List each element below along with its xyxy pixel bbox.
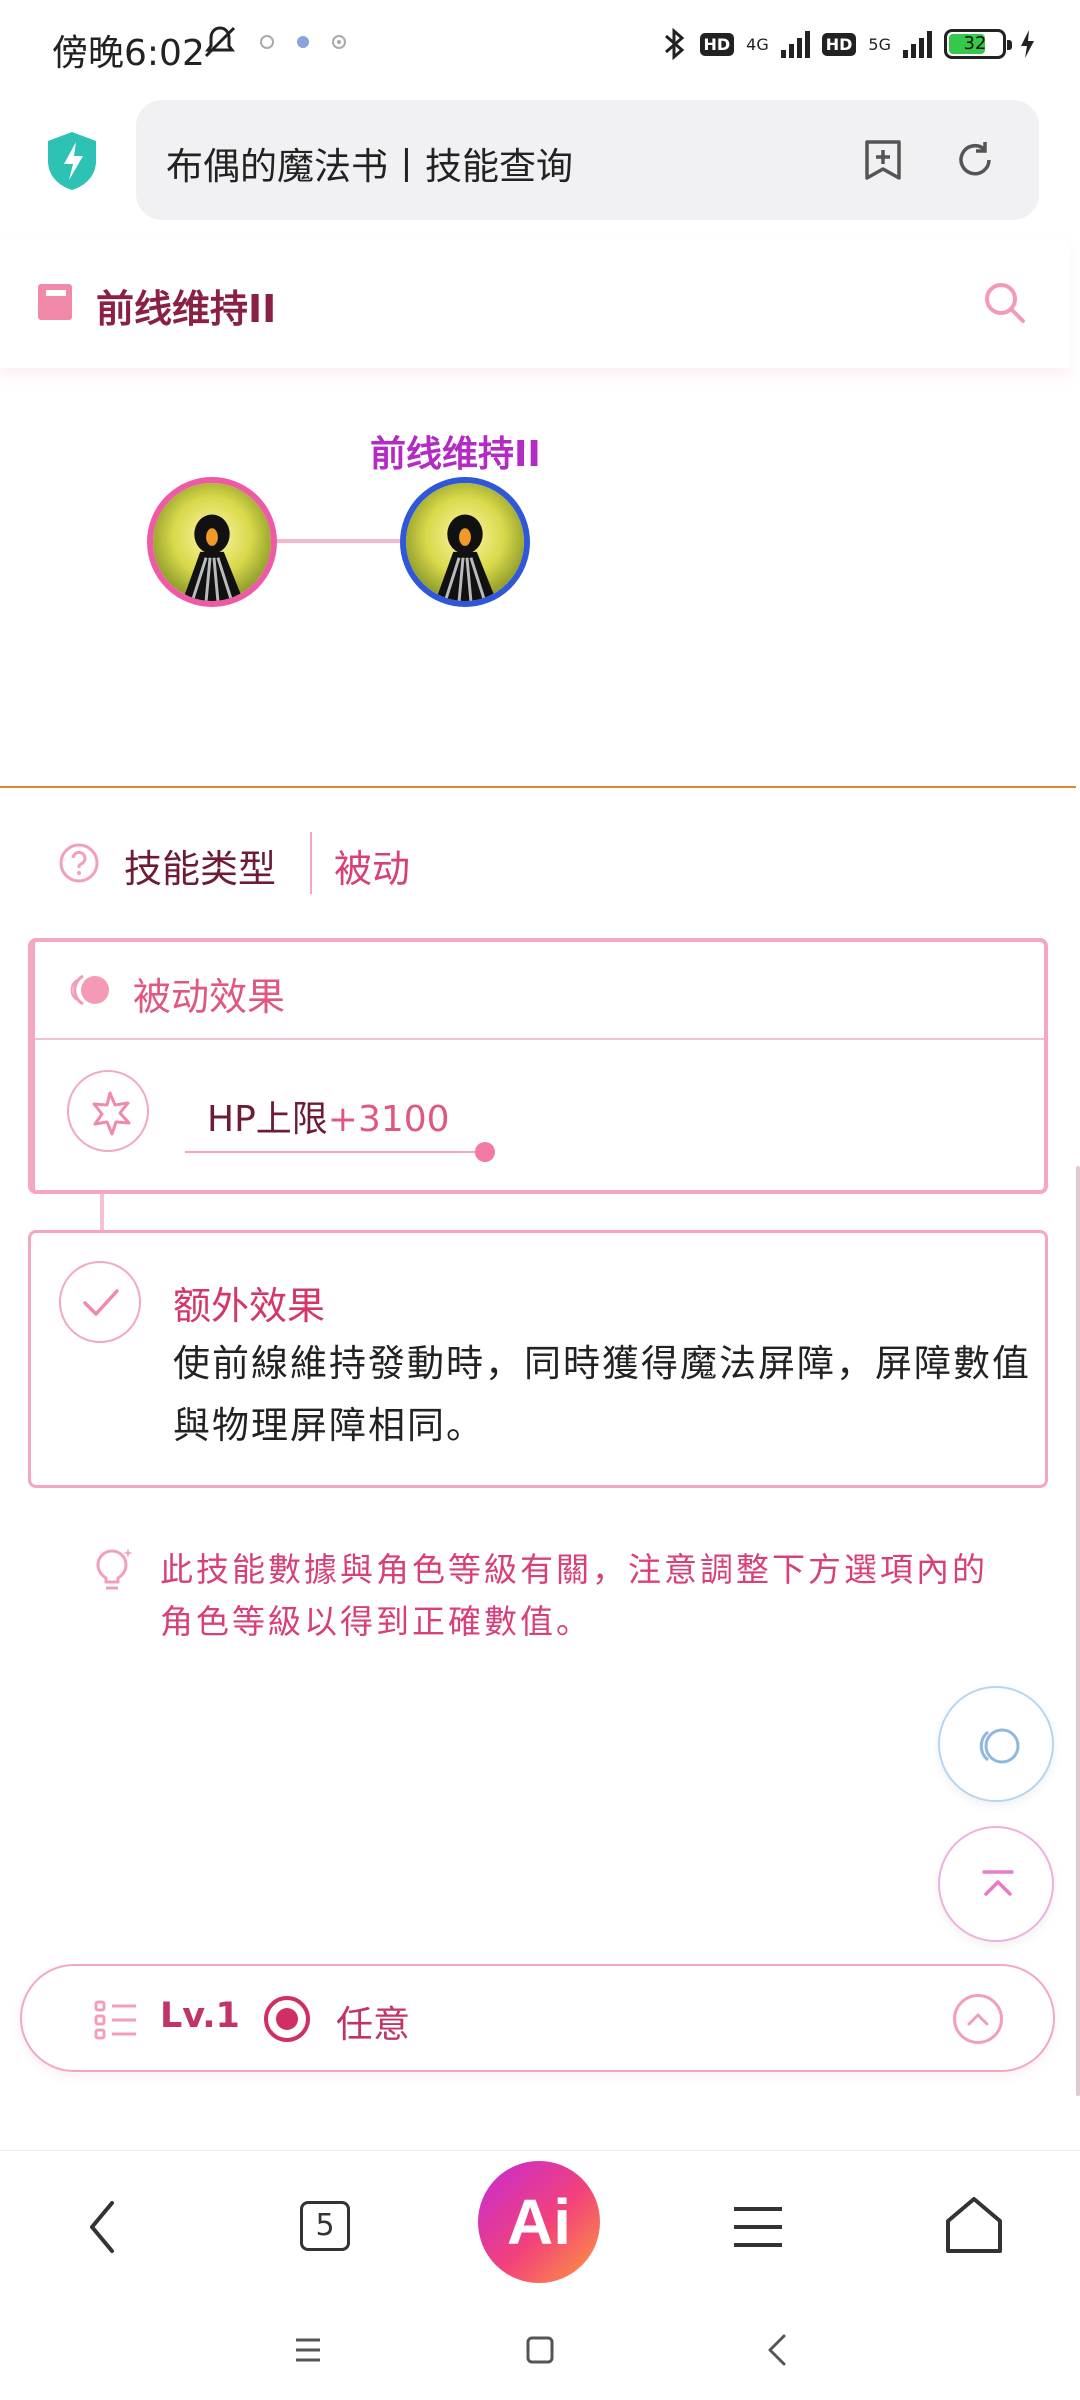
- passive-effect-card: 被动效果 HP上限+3100: [28, 938, 1048, 1194]
- security-shield-icon[interactable]: [44, 130, 100, 192]
- battery-icon: 32: [944, 29, 1012, 59]
- swirl-icon: [979, 1728, 1020, 1764]
- ai-assistant-button[interactable]: Ai: [478, 2161, 600, 2283]
- passive-swirl-icon: [70, 974, 109, 1006]
- chevron-up-icon: [967, 2013, 989, 2026]
- signal-icon: [780, 30, 810, 58]
- check-icon: [83, 1289, 119, 1316]
- browser-toolbar: 布偶的魔法书丨技能查询: [0, 96, 1080, 238]
- search-icon[interactable]: [980, 278, 1028, 326]
- tab-count: 5: [300, 2201, 350, 2251]
- bluetooth-icon: [664, 27, 684, 61]
- check-badge: [59, 1261, 141, 1343]
- level-selector-bar[interactable]: Lv.1 任意: [20, 1964, 1055, 2072]
- level-value[interactable]: Lv.1: [160, 1996, 240, 2036]
- app-notify-icon: [332, 35, 346, 49]
- extra-effect-title: 额外效果: [173, 1284, 326, 1328]
- skill-image: [406, 483, 524, 601]
- radio-selected-icon[interactable]: [264, 1996, 310, 2042]
- skill-type-value: 被动: [334, 847, 411, 891]
- back-button[interactable]: [66, 2187, 146, 2267]
- arrow-up-bar-icon: [982, 1870, 1014, 1896]
- lightbulb-icon: [96, 1548, 133, 1590]
- hd-badge: HD: [821, 32, 857, 56]
- scrollbar-thumb[interactable]: [1076, 1166, 1080, 2096]
- skill-node-current[interactable]: [400, 477, 530, 607]
- hp-stat: HP上限+3100: [207, 1090, 450, 1142]
- star-burst-icon: [92, 1091, 131, 1136]
- clock: 傍晚6:02: [52, 33, 205, 74]
- ai-label: Ai: [507, 2186, 571, 2258]
- battery-level: 32: [963, 33, 987, 54]
- stat-underline: [185, 1151, 485, 1153]
- extra-effect-card: 额外效果 使前線維持發動時，同時獲得魔法屏障，屏障數值與物理屏障相同。: [28, 1230, 1048, 1488]
- app-notify-icon: [297, 36, 309, 48]
- question-icon: [59, 843, 99, 883]
- system-navigation-bar: [0, 2300, 1080, 2400]
- network-type: 5G: [868, 34, 891, 54]
- reload-icon[interactable]: [951, 136, 999, 184]
- card-connector: [100, 1194, 104, 1230]
- skill-node-previous[interactable]: [147, 477, 277, 607]
- skill-tree-connector: [275, 539, 405, 543]
- expand-button[interactable]: [953, 1994, 1003, 2044]
- hamburger-menu-icon: [734, 2207, 782, 2247]
- tabs-button[interactable]: 5: [284, 2187, 364, 2267]
- status-bar: 傍晚6:02 HD 4G HD 5G 32: [0, 0, 1080, 96]
- page-title: 前线维持II: [96, 287, 277, 331]
- book-icon: [38, 284, 72, 320]
- app-notify-icon: [260, 35, 274, 49]
- add-bookmark-icon[interactable]: [859, 136, 907, 184]
- recents-icon[interactable]: [286, 2328, 330, 2372]
- signal-icon: [903, 30, 932, 58]
- passive-effect-header: 被动效果: [35, 942, 1044, 1040]
- current-skill-label: 前线维持II: [370, 434, 541, 475]
- scroll-to-top-button[interactable]: [938, 1826, 1054, 1942]
- hp-stat-label: HP上限: [207, 1099, 328, 1140]
- browser-bottom-nav: 5 Ai: [0, 2150, 1080, 2300]
- extra-effect-description: 使前線維持發動時，同時獲得魔法屏障，屏障數值與物理屏障相同。: [173, 1342, 1031, 1447]
- mute-icon: [204, 26, 236, 58]
- skill-type-label: 技能类型: [124, 847, 277, 891]
- home-icon: [946, 2197, 1002, 2253]
- system-status: HD 4G HD 5G 32: [662, 26, 1037, 62]
- page-header: 前线维持II: [0, 240, 1070, 368]
- section-divider: [0, 786, 1076, 788]
- address-text[interactable]: 布偶的魔法书丨技能查询: [166, 136, 573, 190]
- charging-icon: [1021, 30, 1034, 58]
- chevron-left-icon: [90, 2201, 114, 2253]
- passive-effect-title: 被动效果: [133, 975, 286, 1019]
- network-type: 4G: [746, 34, 769, 54]
- skill-image: [153, 483, 271, 601]
- divider: [310, 832, 312, 894]
- hp-stat-value: +3100: [327, 1099, 450, 1140]
- notification-icons: [200, 22, 348, 62]
- menu-button[interactable]: [718, 2187, 798, 2267]
- system-back-icon[interactable]: [756, 2328, 800, 2372]
- level-option[interactable]: 任意: [336, 1994, 410, 2048]
- note-text: 此技能數據與角色等級有關，注意調整下方選項內的角色等級以得到正確數值。: [160, 1550, 988, 1641]
- star-badge: [67, 1070, 149, 1152]
- home-button[interactable]: [934, 2187, 1014, 2267]
- stat-dot: [475, 1142, 495, 1162]
- list-icon: [94, 2000, 136, 2040]
- floating-swirl-button[interactable]: [938, 1686, 1054, 1802]
- address-bar[interactable]: 布偶的魔法书丨技能查询: [136, 100, 1039, 220]
- hd-badge: HD: [699, 32, 735, 56]
- system-home-icon[interactable]: [518, 2328, 562, 2372]
